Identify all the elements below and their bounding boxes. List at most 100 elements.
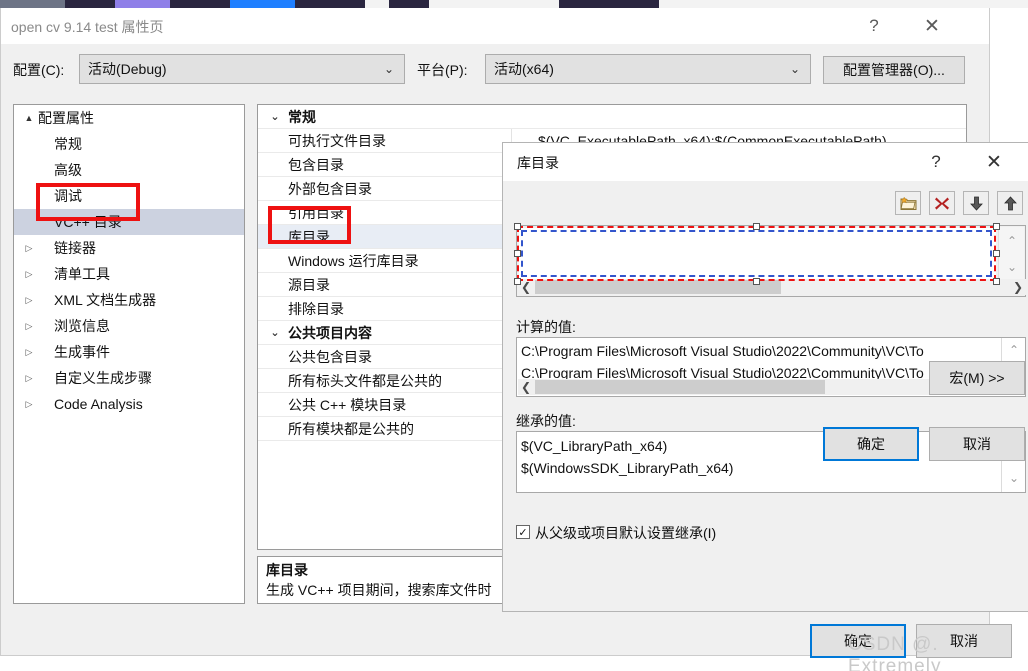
- scroll-up-icon[interactable]: ⌃: [1002, 339, 1025, 361]
- grid-row-name: 可执行文件目录: [288, 132, 386, 149]
- new-folder-glyph: [899, 196, 916, 210]
- strip-segment: [389, 0, 429, 8]
- configuration-bar: 配置(C): 活动(Debug) ⌄ 平台(P): 活动(x64) ⌄ 配置管理…: [1, 44, 989, 96]
- configuration-tree[interactable]: ▲ 配置属性 常规 高级 调试 VC++ 目录 ▷ 链接器 ▷ 清单工具 ▷ XML 文档生成器 ▷ 浏览…: [13, 104, 245, 604]
- tree-item[interactable]: 常规: [14, 131, 244, 157]
- strip-segment: [115, 0, 170, 8]
- checkmark-icon: ✓: [518, 526, 528, 539]
- tree-item[interactable]: ▷ 自定义生成步骤: [14, 365, 244, 391]
- vs-toolbar-strip: [0, 0, 1028, 8]
- selection-handle[interactable]: [993, 278, 1000, 285]
- platform-select[interactable]: 活动(x64) ⌄: [485, 54, 811, 84]
- dialog-close-icon[interactable]: ✕: [971, 143, 1017, 181]
- selection-handle[interactable]: [753, 278, 760, 285]
- configuration-select[interactable]: 活动(Debug) ⌄: [79, 54, 405, 84]
- tree-item[interactable]: ▷ XML 文档生成器: [14, 287, 244, 313]
- down-arrow-glyph: [969, 196, 983, 211]
- inherit-checkbox[interactable]: ✓: [516, 525, 530, 539]
- chevron-right-icon[interactable]: ▷: [22, 347, 36, 358]
- selection-handle[interactable]: [514, 278, 521, 285]
- evaluated-value-label: 计算的值:: [516, 319, 576, 335]
- tree-item-label: 链接器: [54, 240, 96, 256]
- chevron-right-icon[interactable]: ▷: [22, 243, 36, 254]
- chevron-right-icon[interactable]: ▷: [22, 295, 36, 306]
- grid-row-name: 公共项目内容: [288, 324, 372, 341]
- close-icon[interactable]: ✕: [909, 8, 955, 44]
- move-down-icon[interactable]: [963, 191, 989, 215]
- chevron-right-icon[interactable]: ▷: [22, 399, 36, 410]
- scroll-left-icon[interactable]: ❮: [518, 379, 534, 395]
- macro-button[interactable]: 宏(M) >>: [929, 361, 1025, 395]
- grid-row-name: 外部包含目录: [288, 180, 372, 197]
- hscroll-thumb[interactable]: [535, 380, 825, 394]
- inherited-value-label: 继承的值:: [516, 413, 576, 429]
- chevron-right-icon[interactable]: ▷: [22, 373, 36, 384]
- dialog-titlebar: 库目录 ? ✕: [503, 143, 1028, 181]
- screenshot-root: open cv 9.14 test 属性页 ? ✕ 配置(C): 活动(Debu…: [0, 0, 1028, 671]
- strip-segment: [30, 0, 65, 8]
- tree-item[interactable]: ▲ 配置属性: [14, 105, 244, 131]
- annotation-selection-inner: [521, 230, 992, 277]
- grid-row-name: 公共 C++ 模块目录: [288, 396, 407, 413]
- scroll-up-icon[interactable]: ⌃: [999, 228, 1025, 254]
- tree-item[interactable]: ▷ 浏览信息: [14, 313, 244, 339]
- chevron-down-icon[interactable]: ▲: [22, 113, 36, 123]
- tree-item-label: 浏览信息: [54, 318, 110, 334]
- csdn-watermark: CSDN @. Extremely: [848, 634, 942, 671]
- evaluated-line: C:\Program Files\Microsoft Visual Studio…: [521, 343, 924, 359]
- hscroll-thumb[interactable]: [535, 280, 781, 294]
- new-folder-icon[interactable]: [895, 191, 921, 215]
- scroll-down-icon[interactable]: ⌄: [999, 254, 1025, 280]
- red-x-glyph: [935, 197, 949, 210]
- selection-handle[interactable]: [993, 223, 1000, 230]
- dialog-ok-button[interactable]: 确定: [823, 427, 919, 461]
- tree-item-label: 生成事件: [54, 344, 110, 360]
- selection-handle[interactable]: [993, 250, 1000, 257]
- scroll-down-icon[interactable]: ⌄: [1002, 466, 1025, 490]
- grid-row-name: 常规: [288, 108, 316, 125]
- dialog-help-icon[interactable]: ?: [913, 143, 959, 181]
- tree-item-label: Code Analysis: [54, 396, 143, 412]
- tree-item-label: 常规: [54, 136, 82, 152]
- configuration-manager-button[interactable]: 配置管理器(O)...: [823, 56, 965, 84]
- grid-category-row[interactable]: ⌄ 常规: [258, 105, 966, 129]
- tree-item-label: 高级: [54, 162, 82, 178]
- tree-item[interactable]: ▷ 清单工具: [14, 261, 244, 287]
- grid-row-name: 所有模块都是公共的: [288, 420, 414, 437]
- strip-segment: [0, 0, 30, 8]
- strip-gap: [429, 0, 559, 8]
- chevron-right-icon[interactable]: ▷: [22, 269, 36, 280]
- edit-horizontal-scrollbar[interactable]: ❮ ❯: [518, 279, 1026, 295]
- annotation-box-vcpp-directories: [36, 183, 140, 221]
- delete-icon[interactable]: [929, 191, 955, 215]
- grid-row-name: 包含目录: [288, 156, 344, 173]
- configuration-value: 活动(Debug): [88, 61, 167, 77]
- move-up-icon[interactable]: [997, 191, 1023, 215]
- chevron-down-icon[interactable]: ⌄: [266, 110, 284, 123]
- strip-gap: [365, 0, 389, 8]
- grid-row-name: 所有标头文件都是公共的: [288, 372, 442, 389]
- dialog-cancel-button[interactable]: 取消: [929, 427, 1025, 461]
- chevron-right-icon[interactable]: ▷: [22, 321, 36, 332]
- platform-value: 活动(x64): [494, 61, 554, 77]
- tree-item[interactable]: 高级: [14, 157, 244, 183]
- tree-item[interactable]: ▷ Code Analysis: [14, 391, 244, 417]
- up-arrow-glyph: [1003, 195, 1017, 210]
- selection-handle[interactable]: [514, 223, 521, 230]
- selection-handle[interactable]: [753, 223, 760, 230]
- tree-item-label: 清单工具: [54, 266, 110, 282]
- grid-row-name: 排除目录: [288, 300, 344, 317]
- library-directories-dialog: 库目录 ? ✕ ⌃ ⌄ ❮ ❯ 计算的值: C:\Program Files\M…: [502, 142, 1028, 612]
- tree-item[interactable]: ▷ 生成事件: [14, 339, 244, 365]
- strip-segment: [65, 0, 115, 8]
- scroll-right-icon[interactable]: ❯: [1010, 279, 1026, 295]
- help-icon[interactable]: ?: [851, 8, 897, 44]
- strip-segment: [230, 0, 295, 8]
- strip-segment: [559, 0, 659, 8]
- selection-handle[interactable]: [514, 250, 521, 257]
- dialog-title: 库目录: [517, 155, 559, 171]
- edit-vertical-scrollbar[interactable]: ⌃ ⌄: [998, 227, 1024, 281]
- grid-row-name: Windows 运行库目录: [288, 252, 419, 269]
- tree-item[interactable]: ▷ 链接器: [14, 235, 244, 261]
- chevron-down-icon[interactable]: ⌄: [266, 326, 284, 339]
